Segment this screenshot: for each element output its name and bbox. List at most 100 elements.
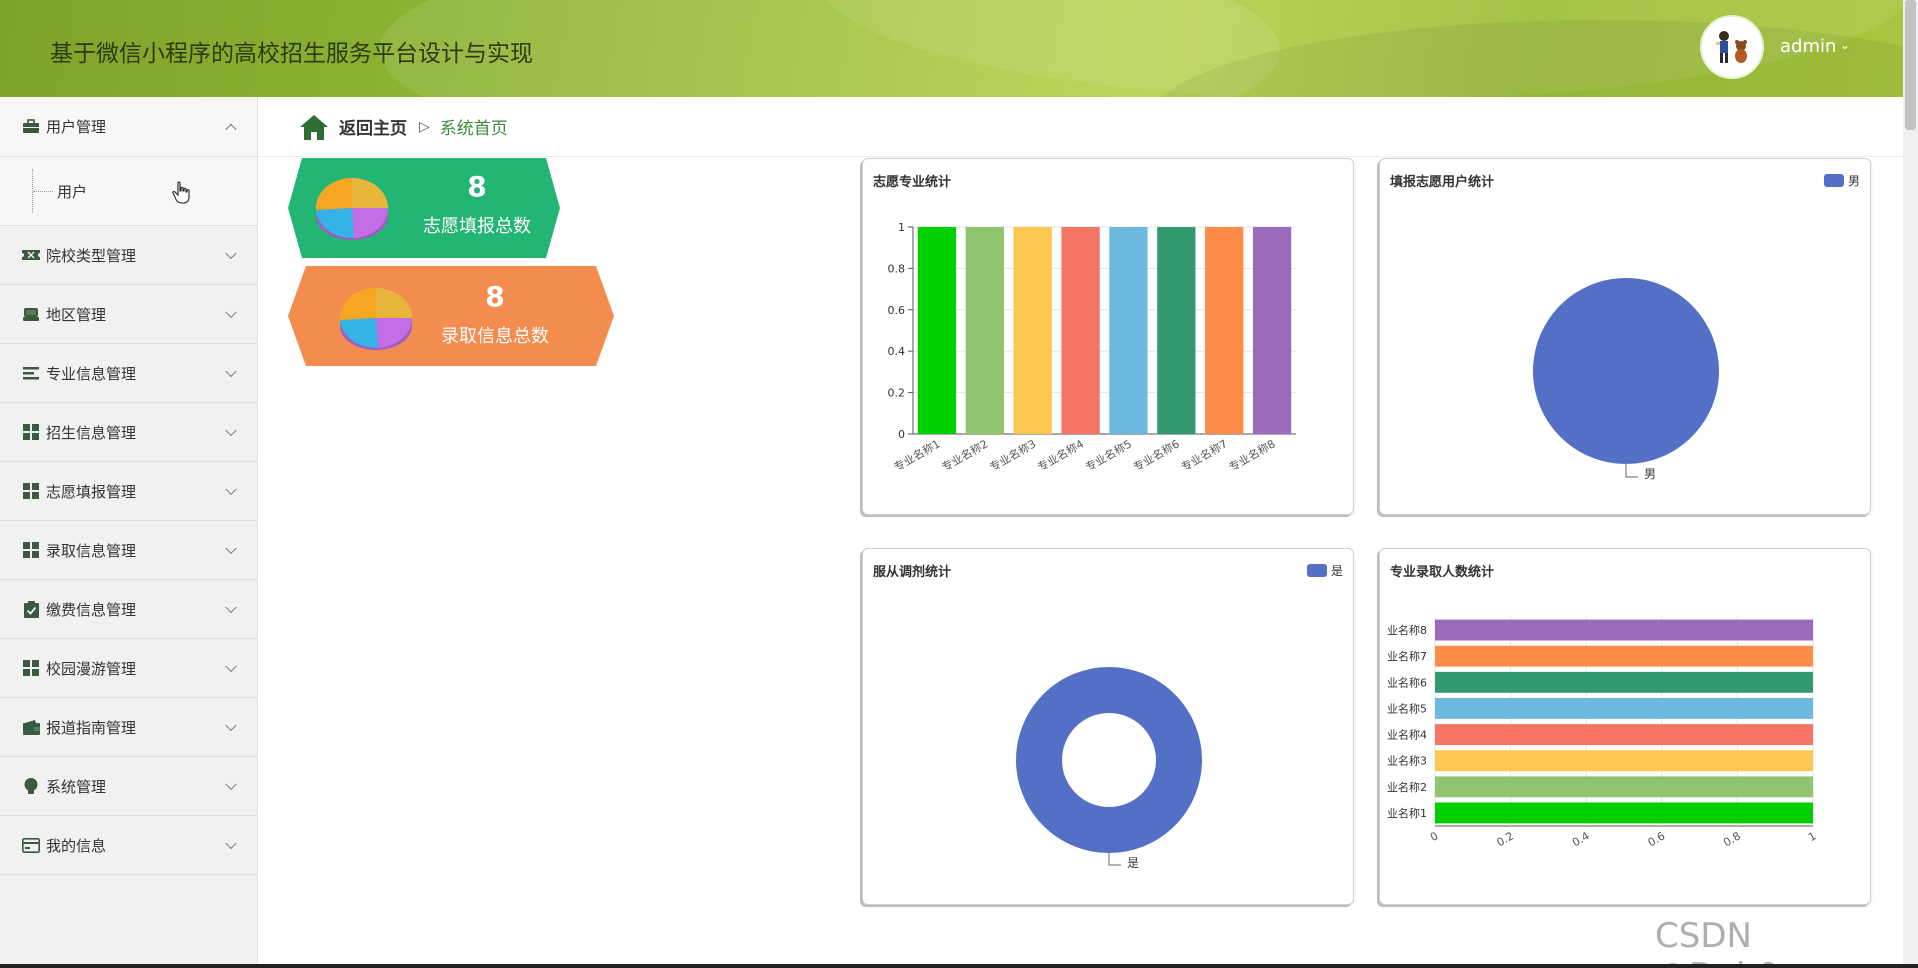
- stat-value: 8: [485, 280, 505, 313]
- x-tick-label: 专业名称6: [1131, 436, 1182, 474]
- grid-icon: [22, 482, 40, 500]
- stat-admission-total: 8 录取信息总数: [288, 266, 614, 366]
- pie-chart: [1533, 278, 1719, 478]
- sidebar-item-payment-info[interactable]: 缴费信息管理: [0, 580, 257, 639]
- bar: [1435, 645, 1813, 667]
- y-tick-label: 0.2: [888, 387, 906, 400]
- y-tick-label: 业名称2: [1387, 780, 1427, 794]
- x-tick-label: 专业名称4: [1035, 436, 1086, 474]
- chevron-down-icon: [225, 542, 237, 555]
- sidebar-item-system[interactable]: 系统管理: [0, 757, 257, 816]
- donut-chart: [1016, 667, 1202, 866]
- bar: [1013, 227, 1052, 434]
- sidebar-item-report-guide[interactable]: 报道指南管理: [0, 698, 257, 757]
- chart-panel-major: 志愿专业统计 0 0.2 0.4 0.6 0.8 1 专业名称1 专业名称2 专业名称3 专业名称…: [862, 158, 1354, 515]
- scrollbar-thumb[interactable]: [1905, 0, 1916, 130]
- x-tick-label: 专业名称1: [891, 436, 942, 474]
- sidebar-item-label: 招生信息管理: [46, 423, 137, 442]
- sidebar-item-label: 院校类型管理: [46, 246, 137, 265]
- x-tick-label: 专业名称8: [1226, 436, 1277, 474]
- top-header: 基于微信小程序的高校招生服务平台设计与实现 admin ⌄: [0, 0, 1903, 97]
- bar: [1435, 619, 1813, 641]
- pie-slice-label: 是: [1127, 856, 1140, 870]
- card-icon: [22, 836, 40, 854]
- pie-slice: [1533, 278, 1719, 464]
- bar: [1435, 776, 1813, 798]
- home-icon[interactable]: [299, 113, 329, 141]
- sidebar-item-label: 志愿填报管理: [46, 482, 137, 501]
- donut-slice: [1016, 667, 1202, 853]
- ticket-icon: [22, 246, 40, 264]
- sidebar-item-major-info[interactable]: 专业信息管理: [0, 344, 257, 403]
- grid-icon: [22, 659, 40, 677]
- sidebar-item-region[interactable]: 地区管理: [0, 285, 257, 344]
- avatar-cartoon-icon: [1716, 31, 1747, 63]
- x-tick-label: 0: [1428, 829, 1441, 844]
- x-tick-label: 0.8: [1721, 829, 1743, 849]
- clipboard-check-icon: [22, 600, 40, 618]
- pie-label-line: [1625, 464, 1638, 478]
- chevron-down-icon: [225, 778, 237, 791]
- sidebar-item-label: 地区管理: [46, 305, 107, 324]
- y-tick-label: 1: [898, 221, 905, 234]
- breadcrumb: 返回主页 ▷ 系统首页: [259, 97, 1903, 157]
- chevron-down-icon: [225, 424, 237, 437]
- bar: [1252, 227, 1292, 434]
- pie-chart-icon: [315, 177, 389, 240]
- x-tick-label: 专业名称5: [1083, 436, 1134, 474]
- chevron-down-icon: [225, 365, 237, 378]
- user-name[interactable]: admin: [1780, 36, 1836, 57]
- chart-panel-admit: 专业录取人数统计 0 0.2 0.4 0.6 0.8 1 业名称1 业名称2 业名称3 业名称4 业…: [1379, 548, 1871, 905]
- sidebar-item-enrollment-info[interactable]: 招生信息管理: [0, 403, 257, 462]
- x-tick-label: 专业名称3: [987, 436, 1038, 474]
- chevron-down-icon: [225, 247, 237, 260]
- bar: [1157, 227, 1196, 434]
- page-scrollbar[interactable]: [1903, 0, 1918, 968]
- horizontal-bar-chart: 0 0.2 0.4 0.6 0.8 1 业名称1 业名称2 业名称3 业名称4 业名称5 业名称6 业名…: [1387, 617, 1819, 849]
- breadcrumb-home-link[interactable]: 返回主页: [339, 114, 407, 139]
- y-tick-label: 业名称3: [1387, 754, 1427, 768]
- sidebar-item-label: 校园漫游管理: [46, 659, 137, 678]
- tree-line: [33, 191, 53, 192]
- sidebar-subitem-user[interactable]: 用户: [57, 181, 87, 202]
- sidebar-item-user-management[interactable]: 用户管理: [0, 97, 257, 157]
- y-tick-label: 业名称6: [1387, 675, 1427, 689]
- x-tick-label: 1: [1806, 829, 1819, 844]
- chevron-down-icon: [225, 719, 237, 732]
- bar: [1205, 227, 1244, 434]
- breadcrumb-separator: ▷: [419, 118, 430, 135]
- chart-panel-obey: 服从调剂统计 是 是: [862, 548, 1354, 905]
- chevron-down-icon: [225, 483, 237, 496]
- chevron-down-icon: [225, 306, 237, 319]
- stat-label: 录取信息总数: [441, 326, 549, 347]
- chevron-up-icon: [225, 123, 237, 135]
- sidebar-item-school-type[interactable]: 院校类型管理: [0, 226, 257, 285]
- bar: [965, 227, 1004, 434]
- sidebar-item-my-info[interactable]: 我的信息: [0, 816, 257, 875]
- watermark: CSDN @Deh0rs: [1655, 916, 1811, 968]
- sidebar-item-application[interactable]: 志愿填报管理: [0, 462, 257, 521]
- x-tick-label: 0.2: [1494, 829, 1516, 849]
- y-tick-label: 0: [898, 428, 905, 441]
- y-tick-label: 0.4: [888, 345, 906, 358]
- bar-chart: 00.20.40.60.81专业名称1专业名称2专业名称3专业名称4专业名称5专…: [888, 221, 1296, 474]
- sidebar-item-label: 我的信息: [46, 836, 107, 855]
- y-tick-label: 业名称1: [1387, 806, 1427, 820]
- wallet-icon: [22, 718, 40, 736]
- pie-label-line: [1108, 853, 1121, 866]
- y-tick-label: 业名称7: [1387, 649, 1427, 663]
- chevron-down-icon: [225, 660, 237, 673]
- bar: [1109, 227, 1148, 434]
- avatar[interactable]: [1700, 15, 1764, 79]
- pie-chart-icon: [339, 287, 413, 350]
- grid-icon: [22, 423, 40, 441]
- sidebar-item-label: 系统管理: [46, 777, 107, 796]
- y-tick-label: 业名称5: [1387, 701, 1427, 715]
- sidebar-item-label: 录取信息管理: [46, 541, 137, 560]
- sidebar-item-admission-info[interactable]: 录取信息管理: [0, 521, 257, 580]
- bulb-icon: [22, 777, 40, 795]
- chevron-down-icon[interactable]: ⌄: [1840, 38, 1850, 52]
- y-tick-label: 0.6: [888, 304, 906, 317]
- archive-icon: [22, 305, 40, 323]
- sidebar-item-campus-tour[interactable]: 校园漫游管理: [0, 639, 257, 698]
